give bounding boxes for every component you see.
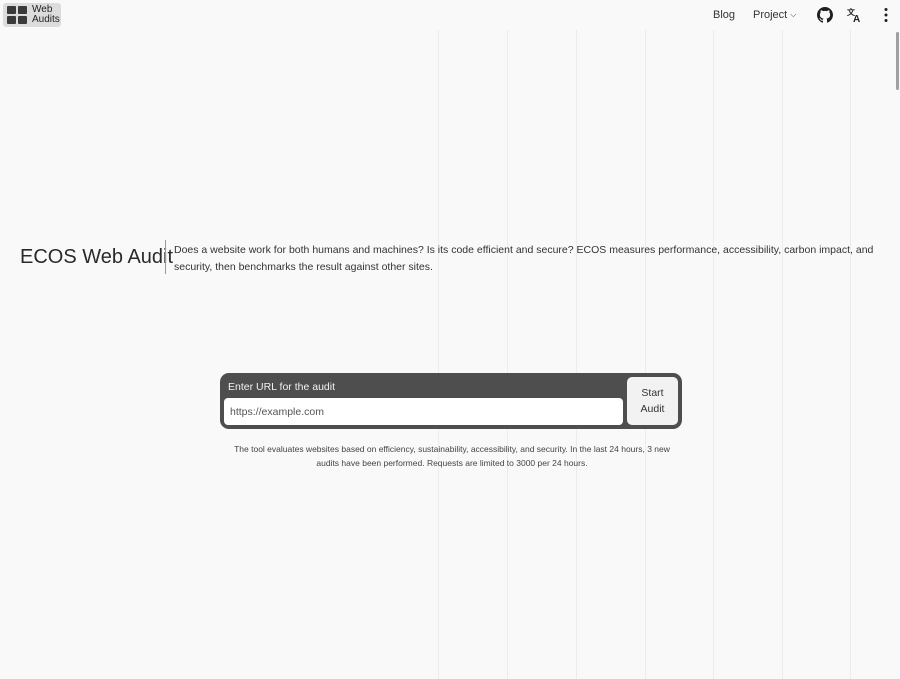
page: Web Audits Blog Project ⌵ 文 A ECOS Web Au… [0, 0, 900, 679]
url-field-label: Enter URL for the audit [228, 381, 335, 393]
grid-line [713, 30, 714, 679]
grid-line [645, 30, 646, 679]
svg-text:A: A [853, 14, 860, 23]
logo-square-icon [7, 16, 16, 24]
logo-square-icon [18, 16, 27, 24]
logo-square-icon [7, 6, 16, 14]
chevron-down-icon: ⌵ [790, 10, 797, 19]
start-audit-button[interactable]: Start Audit [627, 377, 678, 425]
translate-icon[interactable]: 文 A [847, 7, 863, 25]
grid-line [507, 30, 508, 679]
logo-text: Web Audits [32, 4, 60, 25]
github-icon[interactable] [817, 7, 833, 23]
page-description: Does a website work for both humans and … [174, 244, 874, 273]
logo-square-icon [18, 6, 27, 14]
nav-blog-link[interactable]: Blog [713, 9, 735, 21]
grid-line [438, 30, 439, 679]
logo[interactable]: Web Audits [3, 3, 61, 27]
info-note: The tool evaluates websites based on eff… [234, 444, 670, 468]
grid-line [576, 30, 577, 679]
scrollbar-thumb[interactable] [896, 32, 899, 90]
nav-project-label: Project [753, 9, 788, 21]
top-bar: Web Audits Blog Project ⌵ 文 A [0, 0, 900, 32]
title-divider [165, 240, 166, 274]
more-vertical-icon[interactable] [878, 7, 894, 23]
grid-line [782, 30, 783, 679]
page-title: ECOS Web Audit [20, 246, 174, 268]
audit-form: Enter URL for the audit Start Audit [220, 373, 682, 429]
nav-project-menu[interactable]: Project ⌵ [753, 9, 796, 21]
url-input[interactable] [224, 398, 623, 425]
grid-line [850, 30, 851, 679]
